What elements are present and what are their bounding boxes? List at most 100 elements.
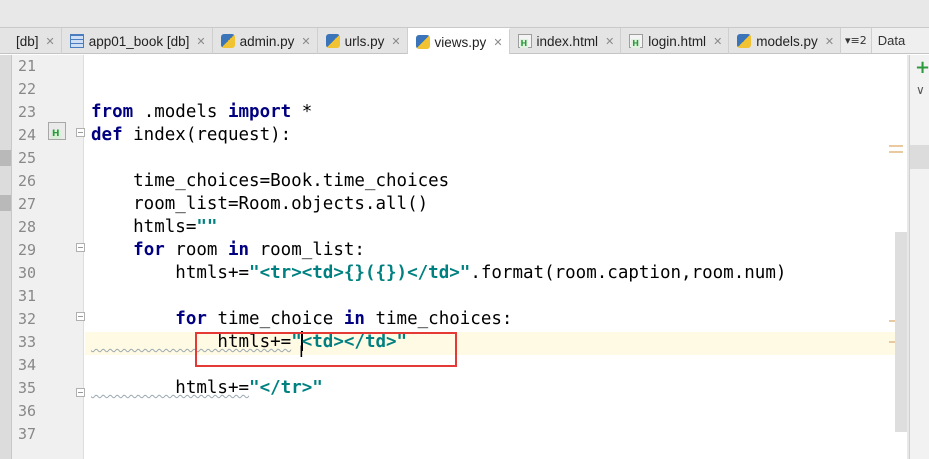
line-number: 33	[18, 333, 37, 351]
line-number: 25	[18, 149, 37, 167]
line-number: 28	[18, 218, 37, 236]
code-line-27: room_list=Room.objects.all()	[91, 194, 429, 214]
fold-marker[interactable]	[76, 243, 85, 252]
line-number: 23	[18, 103, 37, 121]
tab-admin-py[interactable]: admin.py ✕	[213, 28, 318, 54]
line-number: 29	[18, 241, 37, 259]
close-icon[interactable]: ✕	[825, 35, 834, 48]
code-text: room	[164, 240, 228, 260]
code-text: htmls=	[91, 217, 197, 237]
string-literal: "</tr>"	[249, 378, 323, 398]
line-number: 21	[18, 57, 37, 75]
tab-label: models.py	[756, 33, 818, 49]
fold-marker[interactable]	[76, 312, 85, 321]
keyword: def	[91, 125, 123, 145]
html-file-icon	[517, 34, 532, 48]
tab-views-py[interactable]: views.py ✕	[407, 28, 510, 54]
code-line-29: for room in room_list:	[91, 239, 365, 262]
vertical-scrollbar[interactable]	[895, 232, 907, 432]
close-icon[interactable]: ✕	[713, 35, 722, 48]
keyword: in	[227, 240, 250, 260]
code-line-28: htmls=""	[91, 216, 217, 239]
tool-strip-marker	[0, 150, 11, 166]
line-number: 36	[18, 402, 37, 420]
python-file-icon	[737, 34, 752, 48]
close-icon[interactable]: ✕	[301, 35, 310, 48]
string-literal: ""	[196, 217, 218, 237]
code-line-30: htmls+="<tr><td>{}({})</td>".format(room…	[91, 262, 786, 285]
code-editor[interactable]: from .models import * def index(request)…	[85, 55, 907, 459]
code-line-32: for time_choice in time_choices:	[91, 308, 512, 331]
keyword: import	[227, 102, 292, 122]
line-number: 35	[18, 379, 37, 397]
html-file-icon	[629, 34, 644, 48]
tab-label: views.py	[434, 34, 487, 50]
side-panel-bar	[910, 145, 929, 169]
tab-label: index.html	[536, 33, 599, 49]
line-number: 22	[18, 80, 37, 98]
code-line-26: time_choices=Book.time_choices	[91, 171, 450, 191]
python-file-icon	[220, 34, 235, 48]
fold-marker[interactable]	[76, 128, 85, 137]
line-number: 37	[18, 425, 37, 443]
stripe-mark[interactable]	[889, 145, 903, 147]
tab-label: login.html	[648, 33, 707, 49]
keyword: for	[133, 240, 165, 260]
code-line-24: def index(request):	[91, 124, 291, 147]
code-text: time_choices:	[364, 309, 513, 329]
code-text: room_list:	[249, 240, 365, 260]
left-tool-strip	[0, 55, 12, 459]
window-top-strip	[0, 0, 929, 28]
keyword: for	[175, 309, 207, 329]
tab-label: [db]	[16, 33, 39, 49]
stripe-mark[interactable]	[889, 151, 903, 153]
close-icon[interactable]: ✕	[605, 35, 614, 48]
add-icon[interactable]: +	[915, 57, 929, 78]
code-text: .format(room.caption,room.num)	[470, 263, 787, 283]
close-icon[interactable]: ✕	[46, 35, 55, 48]
tab-index-html[interactable]: index.html ✕	[510, 28, 622, 54]
line-number: 32	[18, 310, 37, 328]
tab-label: admin.py	[239, 33, 295, 49]
close-icon[interactable]: ✕	[196, 35, 205, 48]
side-tool-window-label[interactable]: Data	[871, 28, 929, 53]
table-icon	[69, 34, 84, 48]
python-file-icon	[415, 35, 430, 49]
code-text: htmls+=	[91, 263, 250, 283]
keyword: in	[343, 309, 365, 329]
close-icon[interactable]: ✕	[493, 36, 502, 49]
tab-label: urls.py	[344, 33, 385, 49]
code-text: *	[291, 102, 313, 122]
python-file-icon	[325, 34, 340, 48]
line-number: 31	[18, 287, 37, 305]
chevron-down-icon[interactable]: ∨	[916, 83, 925, 97]
annotation-highlight-box	[195, 332, 457, 367]
editor-tab-bar: [db] ✕ app01_book [db] ✕ admin.py ✕ urls…	[0, 28, 929, 54]
tab-models-py[interactable]: models.py ✕	[729, 28, 842, 54]
fold-marker[interactable]	[76, 388, 85, 397]
code-text: htmls+=	[91, 378, 250, 398]
code-text: .models	[133, 102, 228, 122]
tab-app01-book[interactable]: app01_book [db] ✕	[62, 28, 213, 54]
line-number: 27	[18, 195, 37, 213]
keyword: from	[91, 102, 134, 122]
code-text: time_choice	[206, 309, 344, 329]
line-number: 34	[18, 356, 37, 374]
tool-strip-marker	[0, 195, 11, 211]
html-template-gutter-icon[interactable]	[48, 122, 66, 140]
line-number: 30	[18, 264, 37, 282]
close-icon[interactable]: ✕	[391, 35, 400, 48]
tab-urls-py[interactable]: urls.py ✕	[318, 28, 408, 54]
line-number-gutter: 21 22 23 24 25 26 27 28 29 30 31 32 33 3…	[12, 55, 85, 459]
tab-login-html[interactable]: login.html ✕	[621, 28, 730, 54]
code-line-35: htmls+="</tr>"	[91, 377, 323, 400]
line-number: 26	[18, 172, 37, 190]
right-side-panel: + ∨	[909, 55, 929, 459]
tabs-overflow-button[interactable]: ▾≡2	[841, 28, 872, 53]
string-literal: "<tr><td>{}({})</td>"	[249, 263, 471, 283]
code-line-23: from .models import *	[91, 101, 312, 124]
tab-db[interactable]: [db] ✕	[0, 28, 62, 54]
tab-label: app01_book [db]	[88, 33, 190, 49]
